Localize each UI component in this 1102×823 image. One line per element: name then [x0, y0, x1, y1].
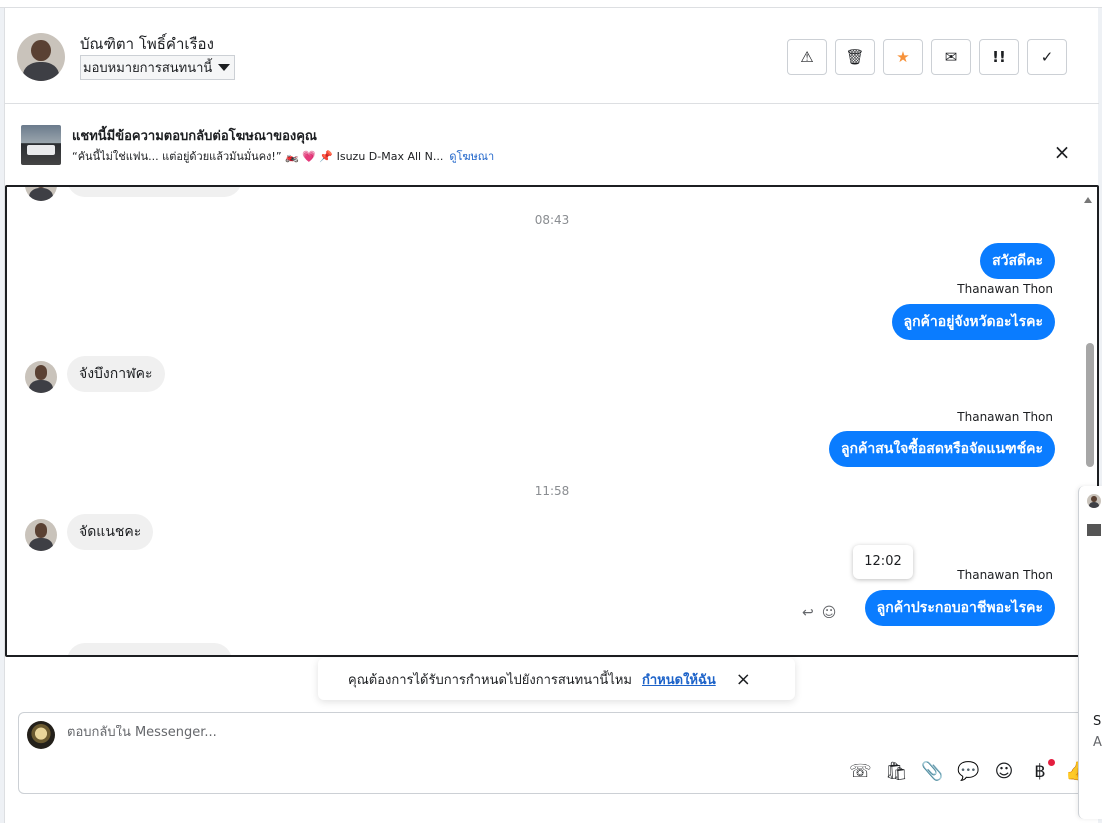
ad-banner-title: แชทนี้มีข้อความตอบกลับต่อโฆษณาของคุณ	[72, 129, 317, 144]
message-thread[interactable]: 08:43 สวัสดีคะ Thanawan Thon ลูกค้าอยู่จ…	[5, 185, 1099, 657]
shopping-bag-icon[interactable]: 🛍	[885, 761, 908, 782]
close-icon[interactable]: ×	[1050, 141, 1074, 165]
sender-name: Thanawan Thon	[957, 568, 1053, 582]
close-icon[interactable]: ×	[736, 669, 751, 690]
conversation-header: บัณฑิตา โพธิ์คำเรือง มอบหมายการสนทนานี้ …	[5, 8, 1099, 104]
message-bubble-outgoing[interactable]: สวัสดีคะ	[980, 243, 1055, 279]
conversation-panel: บัณฑิตา โพธิ์คำเรือง มอบหมายการสนทนานี้ …	[4, 8, 1099, 823]
react-icon[interactable]: ☺	[822, 605, 837, 621]
customer-name[interactable]: บัณฑิตา โพธิ์คำเรือง	[80, 32, 214, 56]
assign-conversation-dropdown[interactable]: มอบหมายการสนทนานี้	[80, 55, 236, 80]
delete-button[interactable]: 🗑	[835, 39, 875, 75]
reply-input[interactable]	[67, 725, 967, 740]
time-separator: 11:58	[534, 484, 570, 498]
ad-snippet: “คันนี้ไม่ใช่แฟน... แต่อยู่ด้วยแล้วมันมั…	[72, 150, 444, 163]
composer-toolbar: ☏ 🛍 📎 💬 ☺ ฿ 👍	[849, 759, 1087, 782]
message-bubble-partial	[67, 643, 232, 655]
assign-to-me-link[interactable]: กำหนดให้ฉัน	[642, 669, 716, 690]
follow-up-button[interactable]: !!	[979, 39, 1019, 75]
follow-up-icon: !!	[992, 48, 1006, 66]
sender-name: Thanawan Thon	[957, 282, 1053, 296]
customer-avatar[interactable]	[17, 33, 65, 81]
scrollbar-thumb[interactable]	[1086, 343, 1094, 467]
message-bubble-incoming[interactable]: จัดแนชคะ	[67, 514, 154, 550]
envelope-icon: ✉	[944, 48, 958, 66]
assign-prompt-toast: คุณต้องการได้รับการกำหนดไปยังการสนทนานี้…	[318, 658, 795, 700]
star-icon: ★	[896, 48, 910, 66]
sender-name: Thanawan Thon	[957, 410, 1053, 424]
call-add-icon[interactable]: ☏	[849, 761, 872, 782]
reply-composer: ☏ 🛍 📎 💬 ☺ ฿ 👍	[18, 712, 1088, 794]
message-bubble-incoming[interactable]: จังบึงกาฬคะ	[67, 356, 165, 392]
scroll-up-arrow-icon[interactable]	[1084, 197, 1092, 203]
reply-icon[interactable]: ↩	[802, 605, 814, 621]
ad-banner-subtitle: “คันนี้ไม่ใช่แฟน... แต่อยู่ด้วยแล้วมันมั…	[72, 147, 494, 165]
header-actions: ⚠ 🗑 ★ ✉ !! ✓	[787, 39, 1067, 75]
customer-message-avatar	[25, 361, 57, 393]
side-peek-text: S	[1093, 714, 1102, 729]
attach-icon[interactable]: 📎	[921, 761, 943, 782]
mark-unread-button[interactable]: ✉	[931, 39, 971, 75]
message-bubble-outgoing[interactable]: ลูกค้าประกอบอาชีพอะไรคะ	[864, 590, 1055, 626]
message-hover-tools: ↩ ☺	[802, 605, 836, 621]
side-panel-peek[interactable]: S A	[1078, 486, 1102, 819]
time-separator: 08:43	[534, 213, 570, 227]
done-button[interactable]: ✓	[1027, 39, 1067, 75]
star-button[interactable]: ★	[883, 39, 923, 75]
mini-thumbnail	[1087, 524, 1101, 536]
message-bubble-outgoing[interactable]: ลูกค้าอยู่จังหวัดอะไรคะ	[891, 304, 1055, 340]
caret-down-icon	[218, 64, 231, 71]
customer-message-avatar	[25, 519, 57, 551]
ad-reply-banner: แชทนี้มีข้อความตอบกลับต่อโฆษณาของคุณ “คั…	[5, 105, 1099, 185]
emoji-icon[interactable]: ☺	[993, 761, 1015, 782]
view-ad-link[interactable]: ดูโฆษณา	[449, 150, 494, 163]
assign-prompt-text: คุณต้องการได้รับการกำหนดไปยังการสนทนานี้…	[348, 672, 632, 688]
mini-avatar	[1087, 494, 1101, 508]
customer-message-avatar	[25, 187, 57, 201]
saved-replies-icon[interactable]: 💬	[957, 761, 979, 782]
ad-thumbnail	[21, 125, 61, 165]
check-icon: ✓	[1040, 48, 1054, 66]
page-avatar	[27, 721, 55, 749]
side-peek-text: A	[1093, 735, 1102, 750]
baht-payment-icon[interactable]: ฿	[1029, 759, 1055, 782]
assign-label: มอบหมายการสนทนานี้	[83, 61, 213, 76]
spam-warning-button[interactable]: ⚠	[787, 39, 827, 75]
message-time-tooltip: 12:02	[853, 545, 913, 579]
warning-icon: ⚠	[800, 48, 814, 66]
trash-icon: 🗑	[845, 48, 865, 66]
top-divider	[0, 0, 1102, 8]
message-bubble-partial	[67, 187, 242, 197]
message-bubble-outgoing[interactable]: ลูกค้าสนใจซื้อสดหรือจัดแนฑช์คะ	[828, 431, 1055, 467]
